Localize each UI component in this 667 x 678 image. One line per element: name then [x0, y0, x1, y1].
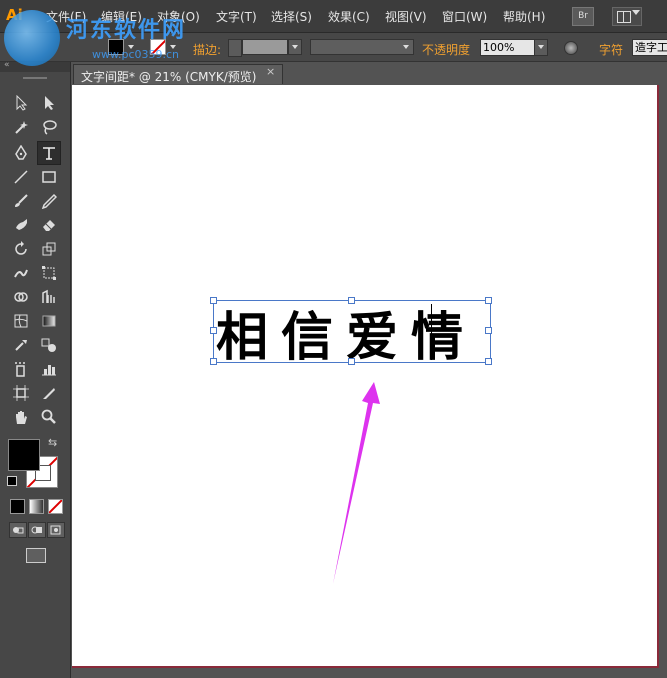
color-mode-icon[interactable]: [10, 499, 25, 514]
stroke-weight-dropdown[interactable]: [288, 39, 302, 55]
perspective-grid-tool-icon[interactable]: [38, 286, 60, 308]
menu-select[interactable]: 选择(S): [271, 8, 312, 25]
stroke-label[interactable]: 描边:: [193, 41, 221, 58]
swap-fill-stroke-icon[interactable]: ⇆: [48, 436, 57, 449]
canvas-area[interactable]: 相信爱情: [71, 84, 667, 678]
panel-grip[interactable]: [23, 77, 47, 79]
character-label[interactable]: 字符: [599, 41, 623, 58]
screen-mode-icon[interactable]: [26, 548, 46, 563]
eraser-tool-icon[interactable]: [38, 214, 60, 236]
opacity-label[interactable]: 不透明度: [422, 41, 470, 58]
chevron-down-icon[interactable]: [632, 10, 640, 15]
pen-tool-icon[interactable]: [10, 142, 32, 164]
magic-wand-tool-icon[interactable]: [10, 116, 32, 138]
draw-normal-icon[interactable]: [9, 522, 27, 538]
chevron-down-icon: [292, 45, 298, 49]
draw-behind-icon[interactable]: [28, 522, 46, 538]
column-graph-tool-icon[interactable]: [38, 358, 60, 380]
menu-help[interactable]: 帮助(H): [503, 8, 545, 25]
symbol-sprayer-tool-icon[interactable]: [10, 358, 32, 380]
document-tab[interactable]: 文字间距* @ 21% (CMYK/预览): [73, 64, 283, 85]
variable-width-profile-select[interactable]: [310, 39, 414, 55]
chevron-down-icon: [403, 45, 409, 49]
paintbrush-tool-icon[interactable]: [10, 190, 32, 212]
watermark-url: www.pc0359.cn: [92, 48, 180, 61]
menu-window[interactable]: 窗口(W): [442, 8, 487, 25]
recolor-artwork-icon[interactable]: [564, 41, 578, 55]
artboard[interactable]: 相信爱情: [72, 85, 659, 668]
menu-type[interactable]: 文字(T): [216, 8, 257, 25]
menu-view[interactable]: 视图(V): [385, 8, 427, 25]
warp-tool-icon[interactable]: [10, 262, 32, 284]
arrange-grid-icon: [617, 11, 631, 23]
collapse-panel-icon[interactable]: «: [4, 60, 10, 70]
zoom-tool-icon[interactable]: [38, 406, 60, 428]
scale-tool-icon[interactable]: [38, 238, 60, 260]
blob-brush-tool-icon[interactable]: [10, 214, 32, 236]
stroke-weight-stepper[interactable]: [228, 39, 242, 57]
tools-panel: « ⇆: [0, 60, 71, 678]
draw-inside-icon[interactable]: [47, 522, 65, 538]
rectangle-tool-icon[interactable]: [38, 166, 60, 188]
opacity-dropdown[interactable]: [534, 39, 548, 56]
gradient-tool-icon[interactable]: [38, 310, 60, 332]
none-mode-icon[interactable]: [48, 499, 63, 514]
slice-tool-icon[interactable]: [38, 382, 60, 404]
chevron-down-icon: [538, 45, 544, 49]
watermark-text: 河东软件网: [66, 17, 187, 43]
font-family-input[interactable]: 造字工: [632, 39, 667, 56]
lasso-tool-icon[interactable]: [38, 116, 60, 138]
fill-color-box[interactable]: [8, 439, 40, 471]
mesh-tool-icon[interactable]: [10, 310, 32, 332]
pencil-tool-icon[interactable]: [38, 190, 60, 212]
artboard-tool-icon[interactable]: [10, 382, 32, 404]
eyedropper-tool-icon[interactable]: [10, 334, 32, 356]
default-fill-stroke-icon[interactable]: [7, 476, 17, 486]
document-tab-label: 文字间距* @ 21% (CMYK/预览): [81, 70, 257, 84]
type-tool-icon[interactable]: [37, 141, 61, 165]
annotation-arrow-icon: [333, 382, 380, 584]
close-icon[interactable]: ×: [266, 65, 275, 78]
free-transform-tool-icon[interactable]: [38, 262, 60, 284]
blend-tool-icon[interactable]: [38, 334, 60, 356]
opacity-input[interactable]: 100%: [480, 39, 536, 56]
line-segment-tool-icon[interactable]: [10, 166, 32, 188]
shape-builder-tool-icon[interactable]: [10, 286, 32, 308]
bridge-button[interactable]: Br: [572, 7, 594, 26]
hand-tool-icon[interactable]: [10, 406, 32, 428]
watermark-logo-icon: [4, 10, 60, 66]
menu-effect[interactable]: 效果(C): [328, 8, 370, 25]
selection-tool-icon[interactable]: [10, 92, 32, 114]
rotate-tool-icon[interactable]: [10, 238, 32, 260]
gradient-mode-icon[interactable]: [29, 499, 44, 514]
stroke-weight-input[interactable]: [242, 39, 288, 55]
direct-selection-tool-icon[interactable]: [38, 92, 60, 114]
